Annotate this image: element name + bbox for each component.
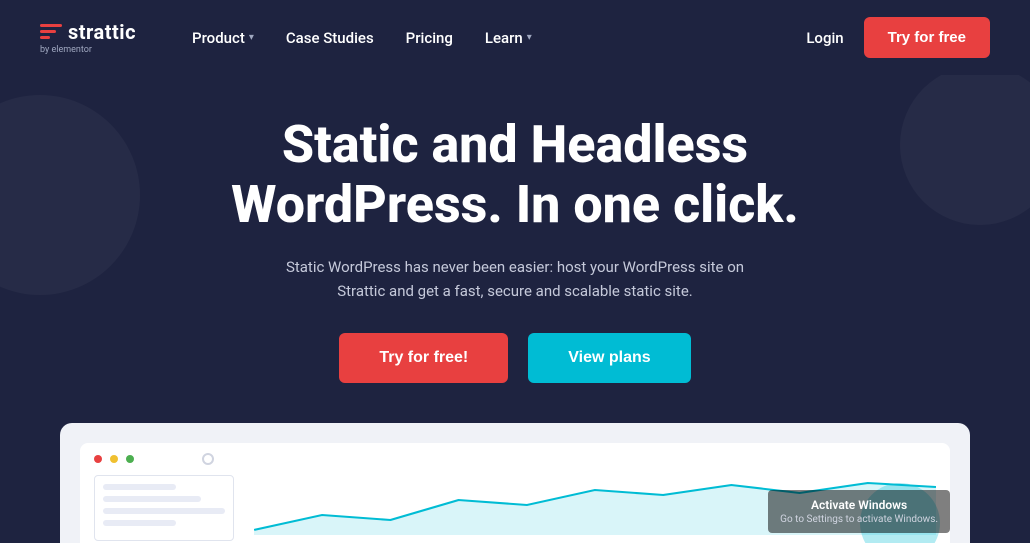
browser-dot-red: [94, 455, 102, 463]
nav-links: Product ▾ Case Studies Pricing Learn ▾: [176, 21, 806, 55]
view-plans-button[interactable]: View plans: [528, 333, 690, 383]
login-button[interactable]: Login: [806, 29, 843, 47]
hero-buttons: Try for free! View plans: [40, 333, 990, 383]
chevron-down-icon-learn: ▾: [527, 32, 532, 43]
browser-sidebar: [94, 475, 234, 541]
hero-title: Static and Headless WordPress. In one cl…: [40, 115, 990, 235]
navbar: strattic by elementor Product ▾ Case Stu…: [0, 0, 1030, 75]
nav-item-case-studies[interactable]: Case Studies: [270, 21, 390, 55]
nav-item-product[interactable]: Product ▾: [176, 21, 270, 55]
browser-dot-yellow: [110, 455, 118, 463]
browser-dot-green: [126, 455, 134, 463]
sidebar-line: [103, 520, 176, 526]
windows-sub: Go to Settings to activate Windows.: [780, 514, 938, 525]
logo-icon: [40, 24, 62, 39]
try-free-nav-button[interactable]: Try for free: [864, 17, 990, 58]
chevron-down-icon: ▾: [249, 32, 254, 43]
nav-item-learn[interactable]: Learn ▾: [469, 21, 548, 55]
windows-activation-notice: Activate Windows Go to Settings to activ…: [768, 490, 950, 533]
logo-name: strattic: [68, 20, 136, 44]
browser-url-circle: [202, 453, 214, 465]
hero-section: Static and Headless WordPress. In one cl…: [0, 75, 1030, 543]
nav-right: Login Try for free: [806, 17, 990, 58]
nav-item-pricing[interactable]: Pricing: [390, 21, 469, 55]
windows-title: Activate Windows: [780, 498, 938, 512]
logo[interactable]: strattic by elementor: [40, 20, 136, 55]
preview-section: Activate Windows Go to Settings to activ…: [60, 423, 970, 543]
browser-bar: [94, 453, 936, 465]
sidebar-line: [103, 484, 176, 490]
sidebar-line: [103, 496, 201, 502]
try-free-hero-button[interactable]: Try for free!: [339, 333, 508, 383]
sidebar-line: [103, 508, 225, 514]
logo-sub: by elementor: [40, 45, 92, 55]
hero-subtitle: Static WordPress has never been easier: …: [275, 255, 755, 303]
